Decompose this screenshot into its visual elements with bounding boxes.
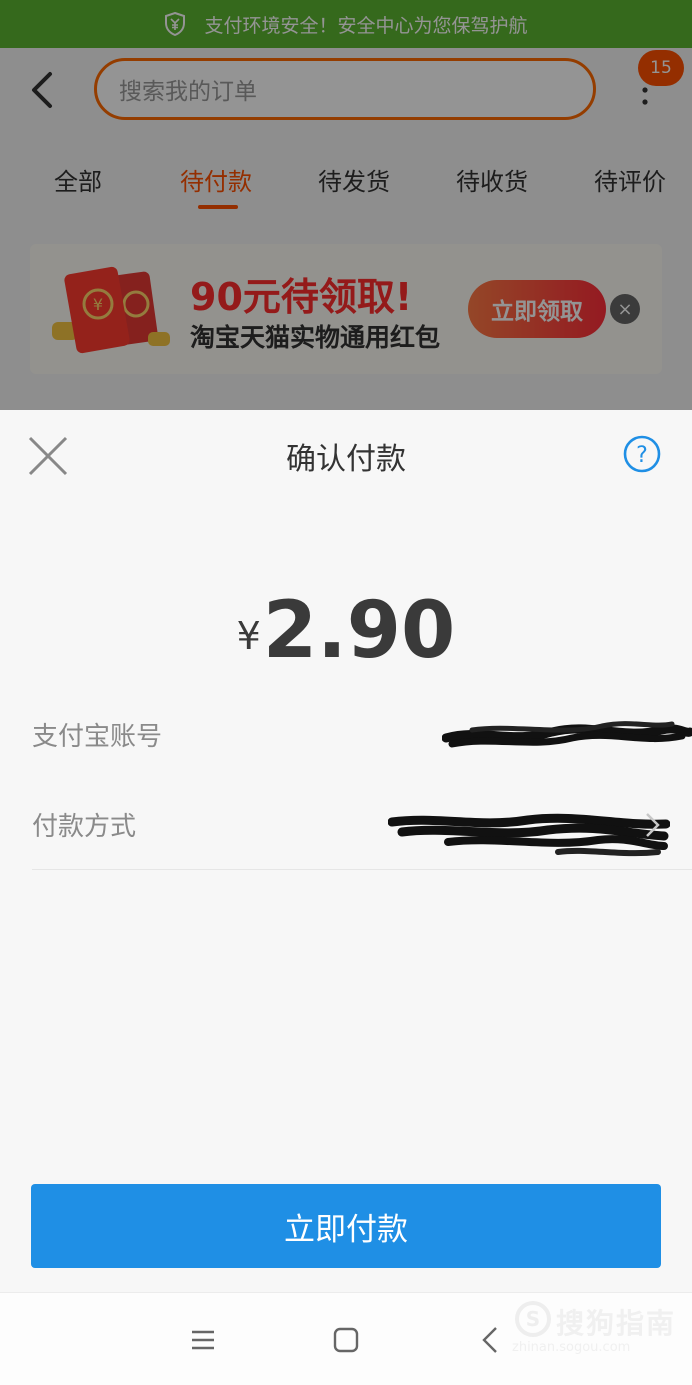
- back-chevron-icon[interactable]: [474, 1323, 508, 1357]
- redacted-account-scribble: [442, 721, 692, 748]
- amount-value: 2.90: [262, 586, 456, 676]
- alipay-account-label: 支付宝账号: [32, 722, 163, 752]
- confirm-payment-sheet: 确认付款 ? ¥2.90 支付宝账号 付款方式 立即付款: [0, 410, 692, 1292]
- sheet-title: 确认付款: [286, 442, 406, 477]
- alipay-account-row: 支付宝账号: [0, 690, 692, 780]
- sogou-logo-icon: S: [515, 1301, 551, 1337]
- svg-text:S: S: [526, 1307, 540, 1331]
- svg-text:?: ?: [636, 443, 648, 468]
- watermark-url: zhinan.sogou.com: [512, 1340, 631, 1355]
- payment-amount: ¥2.90: [0, 586, 692, 676]
- currency-symbol: ¥: [236, 614, 261, 658]
- home-square-icon[interactable]: [329, 1323, 363, 1357]
- watermark-text: 搜狗指南: [556, 1307, 677, 1340]
- payment-method-label: 付款方式: [32, 812, 137, 842]
- sogou-watermark: S 搜狗指南 zhinan.sogou.com: [510, 1296, 686, 1356]
- pay-now-button[interactable]: 立即付款: [31, 1184, 661, 1268]
- payment-method-row[interactable]: 付款方式: [0, 780, 692, 870]
- menu-icon[interactable]: [186, 1323, 220, 1357]
- row-divider: [32, 869, 692, 870]
- chevron-right-icon: [646, 813, 660, 837]
- help-icon[interactable]: ?: [622, 434, 662, 474]
- redacted-method-scribble: [388, 813, 670, 857]
- modal-dim-overlay[interactable]: [0, 0, 692, 410]
